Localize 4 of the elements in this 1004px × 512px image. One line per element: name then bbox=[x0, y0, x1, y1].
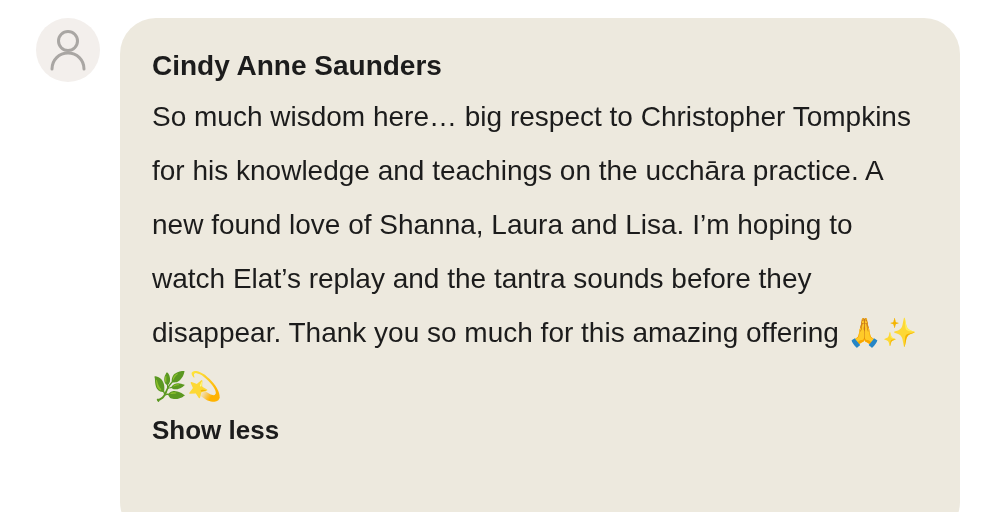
comment-text: So much wisdom here… big respect to Christopher Tompkins for his knowledge and teachings on the ucchāra practice. A new found love of Shanna, Laura and Lisa. I’m hoping to watch Elat’s replay and the tantra sounds before they disappear. Thank you so much for this amazing offering 🙏✨🌿💫 bbox=[152, 100, 918, 404]
show-less-link[interactable]: Show less bbox=[152, 414, 280, 446]
user-icon bbox=[49, 29, 87, 71]
comment-author: Cindy Anne Saunders bbox=[152, 49, 443, 83]
